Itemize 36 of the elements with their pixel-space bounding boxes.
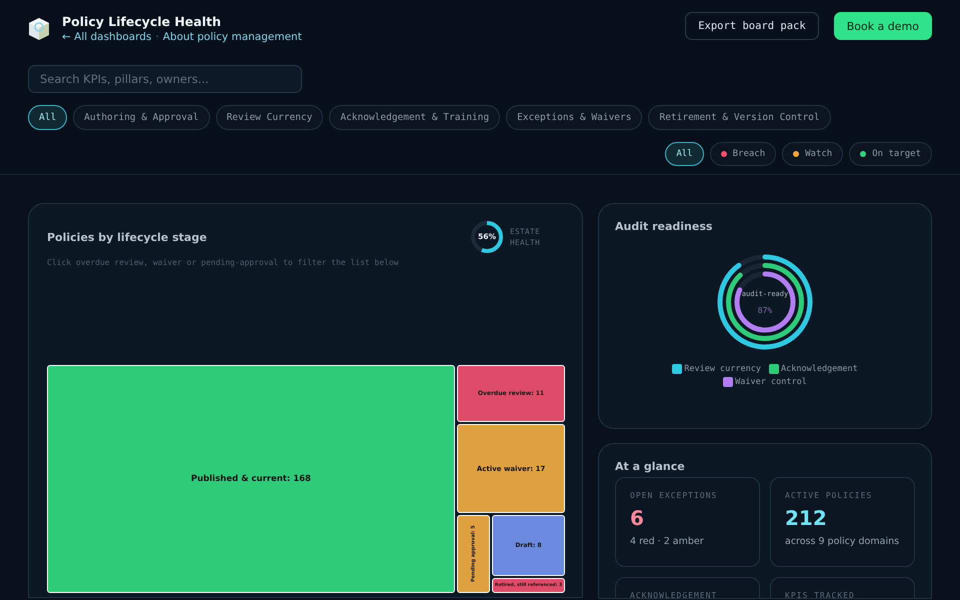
card-title: At a glance bbox=[615, 460, 686, 473]
kpi-label: ACKNOWLEDGEMENT bbox=[630, 591, 718, 598]
kpi-label: ACTIVE POLICIES bbox=[785, 491, 874, 500]
filter-chip[interactable]: Acknowledgement & Training bbox=[329, 105, 500, 130]
center-value: 87% bbox=[758, 306, 772, 314]
kpi-note: 4 red · 2 amber bbox=[630, 536, 705, 547]
export-button[interactable]: Export board pack bbox=[685, 12, 819, 40]
header-link[interactable]: About policy management bbox=[162, 31, 302, 43]
status-chip[interactable]: Watch bbox=[782, 142, 844, 166]
status-chip[interactable]: Breach bbox=[710, 142, 776, 166]
kpi-value: 6 bbox=[630, 506, 645, 530]
legend-item: Acknowledgement bbox=[769, 364, 858, 374]
legend-item: Review currency bbox=[672, 364, 761, 374]
card-title: Audit readiness bbox=[615, 220, 714, 233]
filter-chip[interactable]: Exceptions & Waivers bbox=[506, 105, 642, 130]
cube-logo-icon bbox=[28, 16, 50, 40]
search-field[interactable]: Search KPIs, pillars, owners... bbox=[28, 65, 302, 93]
kpi-value: 212 bbox=[785, 506, 828, 530]
kpi-label: KPIS TRACKED bbox=[785, 591, 856, 598]
legend-item: Waiver control bbox=[723, 377, 807, 387]
hint-text: Click overdue review, waiver or pending-approval to filter the list below bbox=[47, 258, 400, 267]
filter-chip[interactable]: Review Currency bbox=[216, 105, 324, 130]
page-title: Policy Lifecycle Health bbox=[62, 14, 222, 29]
header-link[interactable]: ← All dashboards bbox=[62, 31, 152, 43]
treemap-tile[interactable]: Published & current: 168 bbox=[47, 365, 455, 593]
card-title: Policies by lifecycle stage bbox=[47, 230, 207, 244]
status-chip[interactable]: On target bbox=[849, 142, 932, 166]
demo-button[interactable]: Book a demo bbox=[834, 12, 932, 40]
health-ring bbox=[471, 221, 503, 253]
filter-chip[interactable]: All bbox=[28, 105, 68, 130]
kpi-label: OPEN EXCEPTIONS bbox=[630, 491, 718, 500]
filter-chip[interactable]: Retirement & Version Control bbox=[648, 105, 831, 130]
link-separator: · bbox=[156, 31, 159, 43]
status-chip[interactable]: All bbox=[665, 142, 704, 166]
filter-chip[interactable]: Authoring & Approval bbox=[73, 105, 210, 130]
kpi-note: across 9 policy domains bbox=[785, 536, 900, 547]
